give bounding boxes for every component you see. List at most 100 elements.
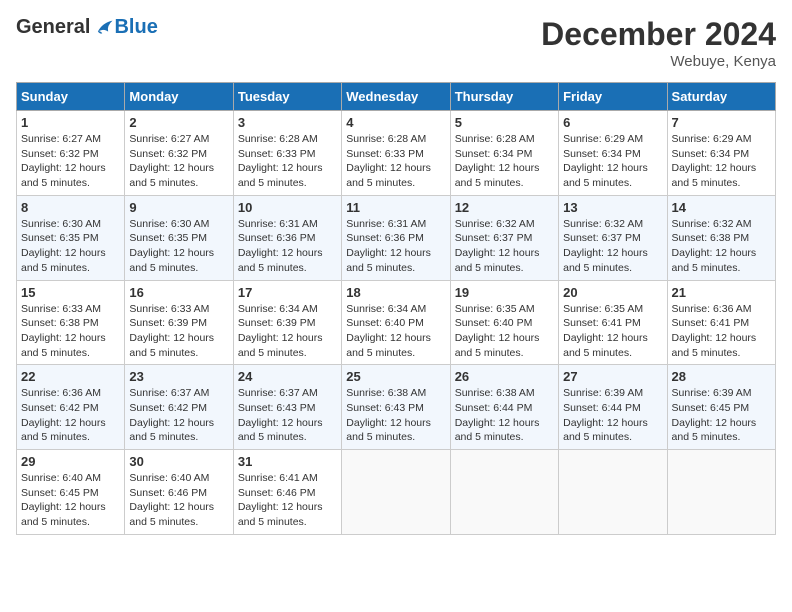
day-info: Sunrise: 6:31 AM Sunset: 6:36 PM Dayligh… <box>238 217 337 276</box>
day-info: Sunrise: 6:31 AM Sunset: 6:36 PM Dayligh… <box>346 217 445 276</box>
day-number: 3 <box>238 115 337 130</box>
day-info: Sunrise: 6:38 AM Sunset: 6:44 PM Dayligh… <box>455 386 554 445</box>
day-of-week-header: Sunday <box>17 83 125 111</box>
day-number: 28 <box>672 369 771 384</box>
logo-blue-text: Blue <box>114 16 157 39</box>
calendar-day-cell <box>450 450 558 535</box>
day-number: 26 <box>455 369 554 384</box>
day-number: 9 <box>129 200 228 215</box>
calendar-day-cell: 27 Sunrise: 6:39 AM Sunset: 6:44 PM Dayl… <box>559 365 667 450</box>
calendar-day-cell: 14 Sunrise: 6:32 AM Sunset: 6:38 PM Dayl… <box>667 195 775 280</box>
calendar-week-row: 8 Sunrise: 6:30 AM Sunset: 6:35 PM Dayli… <box>17 195 776 280</box>
day-info: Sunrise: 6:28 AM Sunset: 6:33 PM Dayligh… <box>346 132 445 191</box>
day-of-week-header: Wednesday <box>342 83 450 111</box>
day-number: 7 <box>672 115 771 130</box>
day-number: 31 <box>238 454 337 469</box>
day-number: 16 <box>129 285 228 300</box>
day-number: 2 <box>129 115 228 130</box>
day-info: Sunrise: 6:38 AM Sunset: 6:43 PM Dayligh… <box>346 386 445 445</box>
calendar-day-cell: 17 Sunrise: 6:34 AM Sunset: 6:39 PM Dayl… <box>233 280 341 365</box>
calendar-day-cell: 18 Sunrise: 6:34 AM Sunset: 6:40 PM Dayl… <box>342 280 450 365</box>
calendar-day-cell: 8 Sunrise: 6:30 AM Sunset: 6:35 PM Dayli… <box>17 195 125 280</box>
calendar-week-row: 15 Sunrise: 6:33 AM Sunset: 6:38 PM Dayl… <box>17 280 776 365</box>
day-info: Sunrise: 6:37 AM Sunset: 6:43 PM Dayligh… <box>238 386 337 445</box>
day-info: Sunrise: 6:27 AM Sunset: 6:32 PM Dayligh… <box>21 132 120 191</box>
calendar-day-cell <box>559 450 667 535</box>
logo: General Blue <box>16 16 158 39</box>
calendar-day-cell: 9 Sunrise: 6:30 AM Sunset: 6:35 PM Dayli… <box>125 195 233 280</box>
calendar-day-cell: 7 Sunrise: 6:29 AM Sunset: 6:34 PM Dayli… <box>667 111 775 196</box>
day-info: Sunrise: 6:39 AM Sunset: 6:44 PM Dayligh… <box>563 386 662 445</box>
day-number: 18 <box>346 285 445 300</box>
day-number: 27 <box>563 369 662 384</box>
day-number: 8 <box>21 200 120 215</box>
calendar-day-cell: 31 Sunrise: 6:41 AM Sunset: 6:46 PM Dayl… <box>233 450 341 535</box>
day-info: Sunrise: 6:41 AM Sunset: 6:46 PM Dayligh… <box>238 471 337 530</box>
day-info: Sunrise: 6:27 AM Sunset: 6:32 PM Dayligh… <box>129 132 228 191</box>
day-info: Sunrise: 6:37 AM Sunset: 6:42 PM Dayligh… <box>129 386 228 445</box>
day-info: Sunrise: 6:32 AM Sunset: 6:37 PM Dayligh… <box>563 217 662 276</box>
calendar-day-cell: 4 Sunrise: 6:28 AM Sunset: 6:33 PM Dayli… <box>342 111 450 196</box>
day-number: 24 <box>238 369 337 384</box>
day-number: 10 <box>238 200 337 215</box>
day-of-week-header: Saturday <box>667 83 775 111</box>
day-info: Sunrise: 6:40 AM Sunset: 6:46 PM Dayligh… <box>129 471 228 530</box>
day-number: 17 <box>238 285 337 300</box>
day-info: Sunrise: 6:28 AM Sunset: 6:34 PM Dayligh… <box>455 132 554 191</box>
day-number: 12 <box>455 200 554 215</box>
calendar-day-cell: 6 Sunrise: 6:29 AM Sunset: 6:34 PM Dayli… <box>559 111 667 196</box>
calendar-day-cell: 25 Sunrise: 6:38 AM Sunset: 6:43 PM Dayl… <box>342 365 450 450</box>
calendar-day-cell: 11 Sunrise: 6:31 AM Sunset: 6:36 PM Dayl… <box>342 195 450 280</box>
calendar-day-cell: 2 Sunrise: 6:27 AM Sunset: 6:32 PM Dayli… <box>125 111 233 196</box>
calendar-header-row: SundayMondayTuesdayWednesdayThursdayFrid… <box>17 83 776 111</box>
day-info: Sunrise: 6:29 AM Sunset: 6:34 PM Dayligh… <box>672 132 771 191</box>
calendar-day-cell: 3 Sunrise: 6:28 AM Sunset: 6:33 PM Dayli… <box>233 111 341 196</box>
day-number: 25 <box>346 369 445 384</box>
day-info: Sunrise: 6:34 AM Sunset: 6:39 PM Dayligh… <box>238 302 337 361</box>
day-info: Sunrise: 6:33 AM Sunset: 6:39 PM Dayligh… <box>129 302 228 361</box>
day-of-week-header: Monday <box>125 83 233 111</box>
day-info: Sunrise: 6:34 AM Sunset: 6:40 PM Dayligh… <box>346 302 445 361</box>
day-of-week-header: Friday <box>559 83 667 111</box>
day-number: 6 <box>563 115 662 130</box>
day-of-week-header: Tuesday <box>233 83 341 111</box>
day-info: Sunrise: 6:32 AM Sunset: 6:38 PM Dayligh… <box>672 217 771 276</box>
day-number: 19 <box>455 285 554 300</box>
calendar-day-cell: 13 Sunrise: 6:32 AM Sunset: 6:37 PM Dayl… <box>559 195 667 280</box>
location: Webuye, Kenya <box>541 53 776 70</box>
calendar-day-cell <box>667 450 775 535</box>
calendar-day-cell <box>342 450 450 535</box>
calendar-day-cell: 26 Sunrise: 6:38 AM Sunset: 6:44 PM Dayl… <box>450 365 558 450</box>
day-info: Sunrise: 6:28 AM Sunset: 6:33 PM Dayligh… <box>238 132 337 191</box>
day-number: 1 <box>21 115 120 130</box>
calendar-day-cell: 30 Sunrise: 6:40 AM Sunset: 6:46 PM Dayl… <box>125 450 233 535</box>
day-info: Sunrise: 6:29 AM Sunset: 6:34 PM Dayligh… <box>563 132 662 191</box>
calendar-day-cell: 15 Sunrise: 6:33 AM Sunset: 6:38 PM Dayl… <box>17 280 125 365</box>
day-info: Sunrise: 6:33 AM Sunset: 6:38 PM Dayligh… <box>21 302 120 361</box>
day-number: 30 <box>129 454 228 469</box>
day-number: 14 <box>672 200 771 215</box>
calendar-day-cell: 20 Sunrise: 6:35 AM Sunset: 6:41 PM Dayl… <box>559 280 667 365</box>
day-info: Sunrise: 6:30 AM Sunset: 6:35 PM Dayligh… <box>21 217 120 276</box>
day-number: 4 <box>346 115 445 130</box>
day-info: Sunrise: 6:36 AM Sunset: 6:41 PM Dayligh… <box>672 302 771 361</box>
calendar-body: 1 Sunrise: 6:27 AM Sunset: 6:32 PM Dayli… <box>17 111 776 535</box>
month-title: December 2024 <box>541 16 776 53</box>
calendar-day-cell: 23 Sunrise: 6:37 AM Sunset: 6:42 PM Dayl… <box>125 365 233 450</box>
day-number: 11 <box>346 200 445 215</box>
day-number: 15 <box>21 285 120 300</box>
day-info: Sunrise: 6:39 AM Sunset: 6:45 PM Dayligh… <box>672 386 771 445</box>
calendar-day-cell: 10 Sunrise: 6:31 AM Sunset: 6:36 PM Dayl… <box>233 195 341 280</box>
calendar-day-cell: 12 Sunrise: 6:32 AM Sunset: 6:37 PM Dayl… <box>450 195 558 280</box>
day-number: 23 <box>129 369 228 384</box>
title-area: December 2024 Webuye, Kenya <box>541 16 776 70</box>
calendar-day-cell: 5 Sunrise: 6:28 AM Sunset: 6:34 PM Dayli… <box>450 111 558 196</box>
calendar-day-cell: 24 Sunrise: 6:37 AM Sunset: 6:43 PM Dayl… <box>233 365 341 450</box>
calendar-day-cell: 19 Sunrise: 6:35 AM Sunset: 6:40 PM Dayl… <box>450 280 558 365</box>
day-number: 13 <box>563 200 662 215</box>
day-number: 29 <box>21 454 120 469</box>
logo-bird-icon <box>92 17 114 39</box>
calendar-week-row: 22 Sunrise: 6:36 AM Sunset: 6:42 PM Dayl… <box>17 365 776 450</box>
day-info: Sunrise: 6:30 AM Sunset: 6:35 PM Dayligh… <box>129 217 228 276</box>
day-number: 5 <box>455 115 554 130</box>
